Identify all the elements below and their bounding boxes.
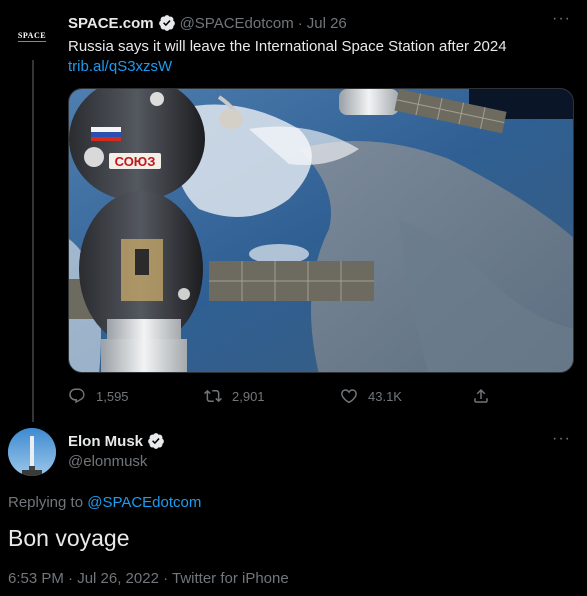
heart-icon [341,389,357,404]
more-options-icon[interactable]: ··· [552,430,571,448]
replying-to-link[interactable]: @SPACEdotcom [87,494,201,511]
space-logo: SPACE [17,30,47,42]
avatar[interactable]: SPACE [8,12,56,60]
share-button[interactable] [472,387,490,405]
verified-badge-icon [158,15,175,31]
tweet-actions: 1,595 2,901 43.1K [68,384,574,408]
avatar-image [8,428,56,476]
soyuz-label: СОЮЗ [115,154,156,169]
verified-badge-icon [148,433,164,449]
replying-prefix: Replying to [8,494,88,511]
retweet-count: 2,901 [232,388,265,404]
tweet-meta[interactable]: 6:53 PM · Jul 26, 2022 · Twitter for iPh… [8,570,289,587]
more-options-icon[interactable]: ··· [552,10,571,28]
replying-to: Replying to @SPACEdotcom [8,494,201,511]
reply-icon [69,388,85,404]
tweet-header: SPACE.com @SPACEdotcom · Jul 26 [68,14,347,32]
share-icon [474,388,488,403]
like-button[interactable]: 43.1K [340,387,402,405]
tweet-image[interactable]: СОЮЗ [68,88,574,373]
author-handle[interactable]: @SPACEdotcom [180,15,294,32]
soyuz-earth-photo: СОЮЗ [69,89,573,372]
author-handle[interactable]: @elonmusk [68,453,147,470]
reply-button[interactable]: 1,595 [68,387,129,405]
retweet-icon [204,389,222,403]
author-name[interactable]: Elon Musk [68,433,143,450]
like-count: 43.1K [368,388,402,404]
author-name-row: Elon Musk [68,432,165,450]
tweet-date[interactable]: Jul 26 [307,15,347,32]
author-name[interactable]: SPACE.com [68,15,154,32]
separator: · [297,14,303,32]
reply-count: 1,595 [96,388,129,404]
tweet-text: Russia says it will leave the Internatio… [68,38,507,55]
avatar[interactable] [8,428,56,476]
tweet-link[interactable]: trib.al/qS3xzsW [68,57,172,77]
retweet-button[interactable]: 2,901 [204,387,265,405]
parent-tweet[interactable]: SPACE SPACE.com @SPACEdotcom · Jul 26 ··… [0,0,587,425]
tweet-text: Bon voyage [8,525,130,551]
